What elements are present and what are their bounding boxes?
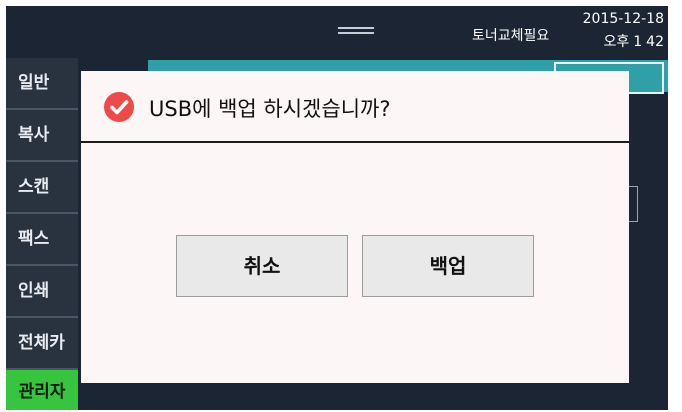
sidebar-item-general[interactable]: 일반 — [6, 58, 78, 110]
status-bar: 토너교체필요 2015-12-18 오후 1 42 — [6, 6, 668, 58]
sidebar-item-copy[interactable]: 복사 — [6, 110, 78, 162]
hour-text: 1 — [633, 34, 643, 50]
sidebar: 일반 복사 스캔 팩스 인쇄 전체카 관리자 — [6, 58, 78, 410]
backup-confirm-dialog: USB에 백업 하시겠습니까? 취소 백업 — [81, 71, 629, 383]
sidebar-item-admin[interactable]: 관리자 — [6, 370, 78, 410]
dialog-title: USB에 백업 하시겠습니까? — [149, 97, 391, 121]
date-text: 2015-12-18 — [582, 11, 664, 27]
check-circle-icon — [104, 92, 134, 122]
clock: 2015-12-18 오후 1 42 — [583, 8, 664, 54]
sidebar-item-scan[interactable]: 스캔 — [6, 162, 78, 214]
sidebar-item-all-card[interactable]: 전체카 — [6, 318, 78, 370]
ampm-text: 오후 — [603, 34, 630, 50]
backup-button[interactable]: 백업 — [362, 235, 534, 297]
status-message[interactable]: 토너교체필요 — [472, 25, 549, 45]
sidebar-item-print[interactable]: 인쇄 — [6, 266, 78, 318]
device-screen: 토너교체필요 2015-12-18 오후 1 42 일반 복사 스캔 팩스 인쇄 전… — [6, 6, 668, 410]
menu-handle-icon[interactable] — [338, 27, 374, 35]
minute-text: 42 — [646, 34, 664, 50]
sidebar-item-fax[interactable]: 팩스 — [6, 214, 78, 266]
dialog-header: USB에 백업 하시겠습니까? — [81, 71, 629, 143]
cancel-button[interactable]: 취소 — [176, 235, 348, 297]
